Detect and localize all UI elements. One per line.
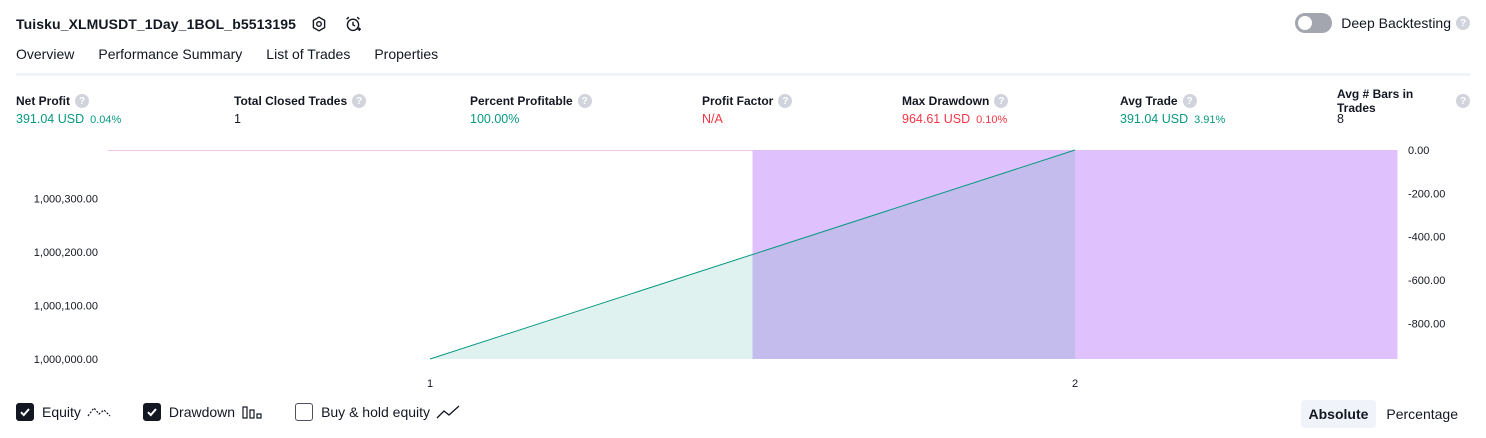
metric-label: Percent Profitable: [470, 94, 573, 108]
drawdown-bars-icon: [241, 404, 263, 420]
metric-total-closed-trades: Total Closed Trades? 1: [234, 93, 367, 128]
help-icon[interactable]: ?: [1456, 94, 1470, 108]
metric-value: 391.04 USD: [1120, 112, 1189, 126]
metric-value: 8: [1337, 112, 1344, 126]
right-axis-tick-label: -400.00: [1408, 232, 1445, 244]
equity-checkbox[interactable]: [16, 403, 34, 421]
value-mode-switch: Absolute Percentage: [1299, 400, 1467, 428]
help-icon[interactable]: ?: [1182, 94, 1197, 108]
tab-performance-summary[interactable]: Performance Summary: [98, 46, 242, 70]
metric-percent: 0.04%: [90, 114, 122, 126]
metric-value: N/A: [702, 112, 723, 126]
help-icon[interactable]: ?: [1456, 16, 1470, 30]
metric-label: Net Profit: [16, 94, 70, 108]
metric-label: Profit Factor: [702, 94, 774, 108]
report-tabs: Overview Performance Summary List of Tra…: [16, 46, 462, 76]
left-axis-tick-label: 1,000,000.00: [34, 354, 98, 366]
gear-icon[interactable]: [308, 13, 330, 35]
metrics-row: Net Profit? 391.04 USD 0.04% Total Closed…: [16, 87, 1470, 133]
x-axis-tick-label: 1: [427, 378, 433, 390]
equity-line-icon: [87, 404, 111, 420]
drawdown-checkbox[interactable]: [142, 403, 161, 421]
metric-value: 1: [234, 112, 241, 126]
legend-drawdown[interactable]: Drawdown: [142, 403, 263, 421]
left-axis-tick-label: 1,000,300.00: [34, 194, 98, 206]
metric-percent: 3.91%: [1194, 114, 1226, 126]
deep-backtesting-control: Deep Backtesting ?: [1295, 13, 1470, 33]
equity-drawdown-chart[interactable]: 1,000,000.00 1,000,100.00 1,000,200.00 1,00…: [0, 140, 1486, 395]
legend-equity[interactable]: Equity: [16, 403, 111, 421]
help-icon[interactable]: ?: [778, 94, 793, 108]
right-axis-tick-label: 0.00: [1408, 145, 1429, 157]
tab-properties[interactable]: Properties: [374, 46, 438, 70]
metric-avg-bars-in-trades: Avg # Bars in Trades? 8: [1337, 87, 1470, 128]
right-axis-tick-label: -600.00: [1408, 275, 1445, 287]
buy-hold-line-icon: [436, 404, 460, 420]
metric-value: 964.61 USD: [902, 112, 971, 126]
help-icon[interactable]: ?: [994, 94, 1009, 108]
tab-overview[interactable]: Overview: [16, 46, 75, 76]
metric-label: Avg # Bars in Trades: [1337, 87, 1414, 115]
metric-max-drawdown: Max Drawdown? 964.61 USD 0.10%: [902, 93, 1009, 128]
chart-legend: Equity Drawdown Buy & hold equity: [16, 403, 492, 421]
buy-hold-checkbox[interactable]: [295, 403, 314, 421]
metric-label: Avg Trade: [1120, 94, 1178, 108]
metric-label: Max Drawdown: [902, 94, 990, 108]
legend-label: Equity: [42, 404, 81, 420]
metric-percent: 0.10%: [976, 114, 1008, 126]
metric-profit-factor: Profit Factor? N/A: [702, 93, 793, 128]
right-axis-tick-label: -200.00: [1408, 188, 1445, 200]
metric-value: 391.04 USD: [16, 112, 85, 126]
legend-label: Buy & hold equity: [321, 404, 431, 420]
help-icon[interactable]: ?: [577, 94, 592, 108]
strategy-header: Tuisku_XLMUSDT_1Day_1BOL_b5513195: [16, 12, 364, 36]
legend-buy-hold-equity[interactable]: Buy & hold equity: [295, 403, 460, 421]
deep-backtesting-label: Deep Backtesting: [1341, 15, 1451, 31]
strategy-title: Tuisku_XLMUSDT_1Day_1BOL_b5513195: [16, 16, 297, 32]
tabs-divider: [16, 73, 1470, 76]
alarm-clock-plus-icon[interactable]: [342, 13, 364, 35]
metric-value: 100.00%: [470, 112, 520, 126]
help-icon[interactable]: ?: [75, 94, 89, 108]
x-axis-tick-label: 2: [1072, 378, 1078, 390]
percentage-button[interactable]: Percentage: [1378, 400, 1466, 428]
help-icon[interactable]: ?: [352, 94, 367, 108]
deep-backtesting-toggle[interactable]: [1295, 13, 1333, 33]
legend-label: Drawdown: [168, 404, 236, 420]
drawdown-bar: [1075, 150, 1398, 359]
left-axis-tick-label: 1,000,200.00: [34, 247, 98, 259]
absolute-button[interactable]: Absolute: [1300, 400, 1377, 428]
metric-avg-trade: Avg Trade? 391.04 USD 3.91%: [1120, 93, 1225, 128]
toggle-knob: [1298, 16, 1313, 30]
right-axis-tick-label: -800.00: [1408, 318, 1445, 330]
metric-percent-profitable: Percent Profitable? 100.00%: [470, 93, 592, 128]
metric-net-profit: Net Profit? 391.04 USD 0.04%: [16, 93, 121, 128]
metric-label: Total Closed Trades: [234, 94, 348, 108]
tab-list-of-trades[interactable]: List of Trades: [266, 46, 350, 70]
left-axis-tick-label: 1,000,100.00: [34, 301, 98, 313]
